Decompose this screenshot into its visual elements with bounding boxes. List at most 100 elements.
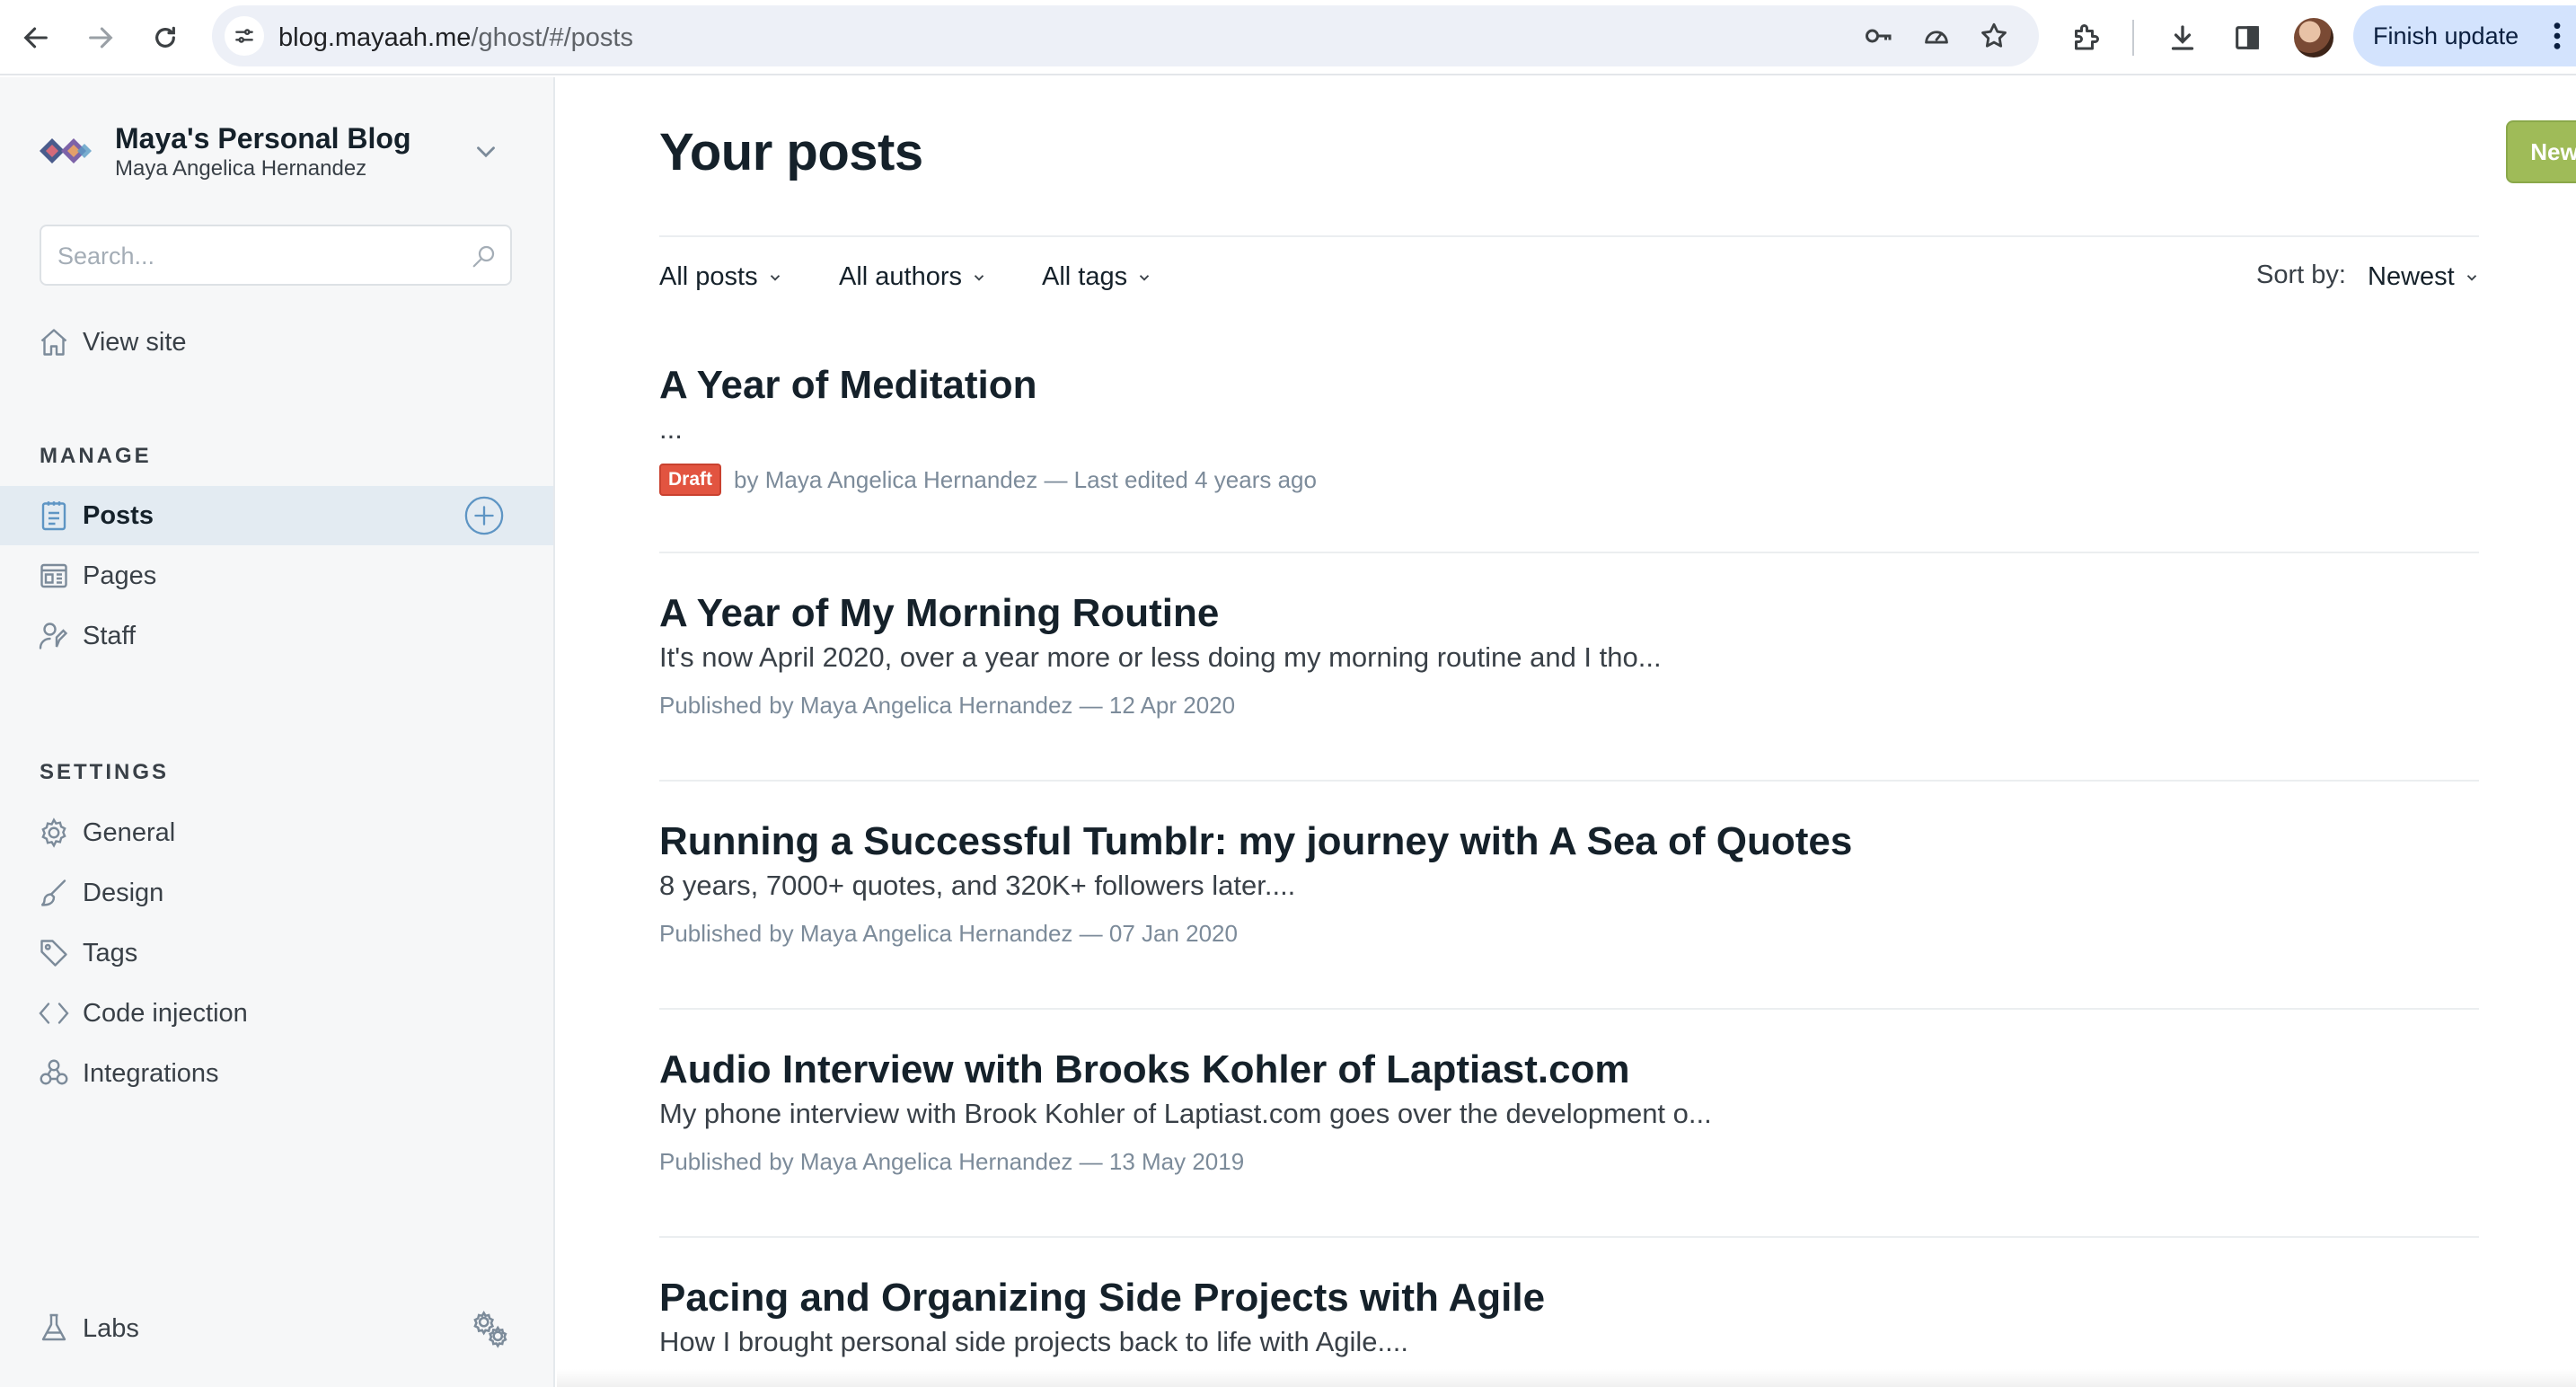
staff-icon bbox=[38, 620, 70, 652]
page-title: Your posts bbox=[659, 123, 923, 181]
sort-dropdown[interactable]: Newest bbox=[2368, 262, 2480, 292]
filter-authors-label: All authors bbox=[839, 262, 963, 291]
site-info-icon[interactable] bbox=[225, 16, 264, 56]
post-title[interactable]: Pacing and Organizing Side Projects with… bbox=[659, 1276, 2479, 1321]
performance-icon[interactable] bbox=[1919, 18, 1954, 54]
sidebar-item-integrations[interactable]: Integrations bbox=[0, 1044, 553, 1103]
post-list-item[interactable]: A Year of Meditation ... Draft by Maya A… bbox=[659, 363, 2479, 496]
sidebar-item-label: Design bbox=[83, 878, 164, 907]
sidebar-item-posts[interactable]: Posts bbox=[0, 486, 553, 545]
finish-update-button[interactable]: Finish update bbox=[2353, 5, 2576, 66]
password-key-icon[interactable] bbox=[1861, 18, 1897, 54]
sidebar-item-label: Tags bbox=[83, 938, 138, 967]
pages-icon bbox=[38, 560, 70, 592]
add-post-icon[interactable] bbox=[463, 495, 505, 536]
sidebar-item-label: Posts bbox=[83, 500, 154, 530]
reload-icon[interactable] bbox=[140, 13, 190, 63]
sidebar-item-label: Labs bbox=[83, 1313, 139, 1343]
post-excerpt: 8 years, 7000+ quotes, and 320K+ followe… bbox=[659, 870, 1296, 901]
chevron-down-icon bbox=[971, 269, 987, 286]
sidebar-item-tags[interactable]: Tags bbox=[0, 923, 553, 983]
sort-label: Sort by: bbox=[2256, 261, 2346, 289]
sidebar-item-staff[interactable]: Staff bbox=[0, 606, 553, 666]
posts-icon bbox=[38, 499, 70, 532]
sidebar-item-label: View site bbox=[83, 327, 187, 357]
side-panel-icon[interactable] bbox=[2226, 16, 2269, 59]
post-meta-text: by Maya Angelica Hernandez — 07 Jan 2020 bbox=[769, 920, 1238, 947]
browser-toolbar: blog.mayaah.me/ghost/#/posts Finish upda… bbox=[0, 0, 2576, 75]
sidebar-item-design[interactable]: Design bbox=[0, 863, 553, 923]
sidebar-item-view-site[interactable]: View site bbox=[0, 313, 553, 372]
extensions-icon[interactable] bbox=[2064, 16, 2107, 59]
manage-heading: MANAGE bbox=[40, 444, 152, 468]
url-text: blog.mayaah.me/ghost/#/posts bbox=[278, 23, 633, 52]
settings-gears-icon[interactable] bbox=[471, 1309, 510, 1348]
divider bbox=[659, 552, 2479, 553]
filter-status-dropdown[interactable]: All posts bbox=[659, 262, 783, 292]
sidebar-item-label: Pages bbox=[83, 561, 157, 590]
sort-value: Newest bbox=[2368, 262, 2455, 291]
post-list-item[interactable]: Running a Successful Tumblr: my journey … bbox=[659, 819, 2479, 948]
sidebar-item-labs[interactable]: Labs bbox=[0, 1299, 553, 1358]
search-box[interactable] bbox=[40, 225, 512, 286]
profile-avatar[interactable] bbox=[2294, 18, 2333, 57]
post-list-item[interactable]: A Year of My Morning Routine It's now Ap… bbox=[659, 591, 2479, 720]
more-vert-icon[interactable] bbox=[2553, 21, 2562, 51]
blog-owner: Maya Angelica Hernandez bbox=[115, 156, 367, 181]
tag-icon bbox=[38, 937, 70, 969]
gear-icon bbox=[38, 817, 70, 849]
post-meta: Published by Maya Angelica Hernandez — 1… bbox=[659, 692, 2479, 720]
forward-icon[interactable] bbox=[75, 13, 126, 63]
bookmark-star-icon[interactable] bbox=[1976, 18, 2012, 54]
post-meta-text: by Maya Angelica Hernandez — Last edited… bbox=[734, 465, 1317, 493]
download-icon[interactable] bbox=[2161, 16, 2204, 59]
chevron-down-icon bbox=[1136, 269, 1152, 286]
divider bbox=[659, 1236, 2479, 1238]
sidebar-item-label: Integrations bbox=[83, 1058, 219, 1088]
post-status: Published bbox=[659, 692, 763, 719]
scroll-shadow bbox=[557, 1369, 2576, 1387]
divider bbox=[659, 235, 2479, 237]
sidebar-item-general[interactable]: General bbox=[0, 803, 553, 862]
back-icon[interactable] bbox=[11, 13, 61, 63]
filter-tags-dropdown[interactable]: All tags bbox=[1042, 262, 1152, 292]
divider bbox=[659, 1008, 2479, 1010]
post-list-item[interactable]: Pacing and Organizing Side Projects with… bbox=[659, 1276, 2479, 1358]
post-excerpt: ... bbox=[659, 413, 683, 445]
integrations-icon bbox=[38, 1057, 70, 1090]
sidebar-item-label: Staff bbox=[83, 621, 137, 650]
sidebar-item-code-injection[interactable]: Code injection bbox=[0, 984, 553, 1043]
blog-logo bbox=[40, 133, 97, 169]
toolbar-separator bbox=[2132, 20, 2134, 56]
flask-icon bbox=[38, 1312, 70, 1345]
draft-badge: Draft bbox=[659, 464, 722, 496]
post-status: Published bbox=[659, 1148, 763, 1175]
brush-icon bbox=[38, 877, 70, 909]
post-excerpt: My phone interview with Brook Kohler of … bbox=[659, 1098, 1712, 1129]
finish-update-label: Finish update bbox=[2373, 22, 2519, 49]
chevron-down-icon[interactable] bbox=[471, 137, 501, 167]
post-excerpt: How I brought personal side projects bac… bbox=[659, 1326, 1408, 1357]
sidebar-item-pages[interactable]: Pages bbox=[0, 546, 553, 605]
post-meta: Draft by Maya Angelica Hernandez — Last … bbox=[659, 464, 2479, 496]
post-status: Published bbox=[659, 920, 763, 947]
new-post-button[interactable]: New post bbox=[2506, 120, 2576, 183]
filter-authors-dropdown[interactable]: All authors bbox=[839, 262, 987, 292]
sidebar: Maya's Personal Blog Maya Angelica Herna… bbox=[0, 77, 555, 1387]
blog-title[interactable]: Maya's Personal Blog bbox=[115, 122, 411, 155]
chevron-down-icon bbox=[767, 269, 783, 286]
post-excerpt: It's now April 2020, over a year more or… bbox=[659, 641, 1662, 673]
address-bar[interactable]: blog.mayaah.me/ghost/#/posts bbox=[212, 5, 2039, 66]
post-title[interactable]: Running a Successful Tumblr: my journey … bbox=[659, 819, 2479, 864]
post-list-item[interactable]: Audio Interview with Brooks Kohler of La… bbox=[659, 1047, 2479, 1176]
post-title[interactable]: A Year of My Morning Routine bbox=[659, 591, 2479, 636]
search-icon bbox=[471, 243, 498, 269]
code-icon bbox=[38, 997, 70, 1029]
post-title[interactable]: A Year of Meditation bbox=[659, 363, 2479, 408]
post-meta-text: by Maya Angelica Hernandez — 12 Apr 2020 bbox=[769, 692, 1236, 719]
sidebar-item-label: Code injection bbox=[83, 998, 248, 1028]
post-title[interactable]: Audio Interview with Brooks Kohler of La… bbox=[659, 1047, 2479, 1092]
home-icon bbox=[38, 326, 70, 358]
sidebar-item-label: General bbox=[83, 817, 176, 847]
search-input[interactable] bbox=[56, 241, 451, 271]
